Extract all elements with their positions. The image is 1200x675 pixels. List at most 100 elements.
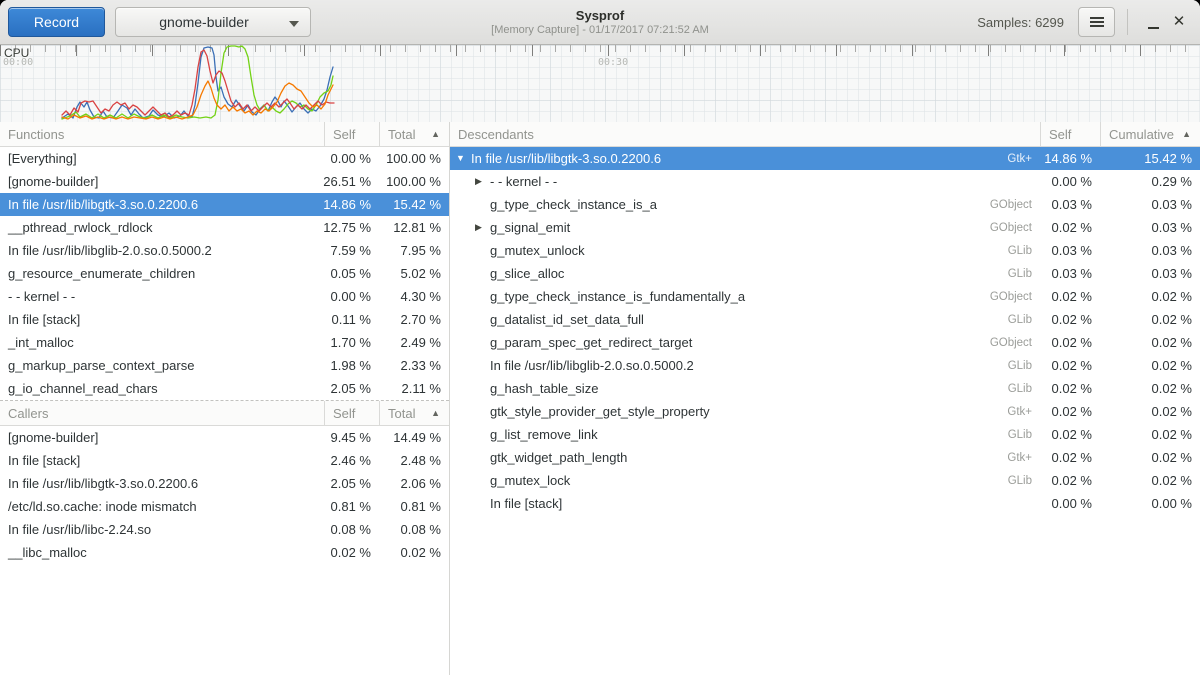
functions-table-row[interactable]: [gnome-builder]26.51 %100.00 % (0, 170, 449, 193)
self-percent: 0.00 % (1040, 492, 1100, 515)
sort-ascending-icon: ▲ (1182, 129, 1200, 139)
descendant-name: In file [stack] (490, 496, 562, 511)
functions-table-row[interactable]: g_resource_enumerate_children0.05 %5.02 … (0, 262, 449, 285)
functions-table-row[interactable]: In file /usr/lib/libgtk-3.so.0.2200.614.… (0, 193, 449, 216)
sort-ascending-icon: ▲ (431, 408, 449, 418)
descendants-table-row[interactable]: g_slice_allocGLib0.03 %0.03 % (450, 262, 1200, 285)
functions-table-row[interactable]: In file [stack]0.11 %2.70 % (0, 308, 449, 331)
minimize-icon (1148, 15, 1159, 29)
descendants-cumulative-column-header[interactable]: Cumulative ▲ (1100, 122, 1200, 146)
header-separator (1127, 9, 1128, 35)
descendants-table-row[interactable]: ▶g_signal_emitGObject0.02 %0.03 % (450, 216, 1200, 239)
callers-table-row[interactable]: /etc/ld.so.cache: inode mismatch0.81 %0.… (0, 495, 449, 518)
callers-table-row[interactable]: [gnome-builder]9.45 %14.49 % (0, 426, 449, 449)
descendants-table-row[interactable]: In file [stack]0.00 %0.00 % (450, 492, 1200, 515)
minimize-button[interactable] (1140, 9, 1166, 35)
cumulative-percent: 0.03 % (1100, 262, 1200, 285)
library-badge: Gtk+ (995, 406, 1040, 418)
menu-button[interactable] (1078, 7, 1115, 37)
descendants-table-row[interactable]: g_mutex_lockGLib0.02 %0.02 % (450, 469, 1200, 492)
descendants-table-row[interactable]: g_mutex_unlockGLib0.03 %0.03 % (450, 239, 1200, 262)
descendants-table-row[interactable]: g_param_spec_get_redirect_targetGObject0… (450, 331, 1200, 354)
descendants-table-row[interactable]: g_type_check_instance_is_aGObject0.03 %0… (450, 193, 1200, 216)
self-percent: 0.02 % (1040, 354, 1100, 377)
function-name: In file /usr/lib/libgtk-3.so.0.2200.6 (0, 472, 324, 495)
self-percent: 0.02 % (1040, 446, 1100, 469)
descendants-table-row[interactable]: In file /usr/lib/libglib-2.0.so.0.5000.2… (450, 354, 1200, 377)
callers-column-header[interactable]: Callers (0, 401, 324, 425)
function-name: In file /usr/lib/libc-2.24.so (0, 518, 324, 541)
self-percent: 9.45 % (324, 426, 379, 449)
descendant-name: g_slice_alloc (490, 266, 564, 281)
self-percent: 0.02 % (1040, 331, 1100, 354)
self-percent: 0.02 % (1040, 216, 1100, 239)
functions-self-column-header[interactable]: Self (324, 122, 379, 146)
self-percent: 0.08 % (324, 518, 379, 541)
samples-count: Samples: 6299 (977, 15, 1064, 30)
expander-open-icon[interactable]: ▼ (456, 147, 471, 170)
descendants-table-row[interactable]: gtk_style_provider_get_style_property Gtk… (450, 400, 1200, 423)
descendants-table-row[interactable]: g_hash_table_sizeGLib0.02 %0.02 % (450, 377, 1200, 400)
functions-table-row[interactable]: g_io_channel_read_chars2.05 %2.11 % (0, 377, 449, 400)
library-badge: GLib (996, 429, 1040, 441)
functions-table-row[interactable]: In file /usr/lib/libglib-2.0.so.0.5000.2… (0, 239, 449, 262)
cumulative-percent: 0.03 % (1100, 239, 1200, 262)
cpu-graph[interactable]: CPU 00:00 00:30 (0, 45, 1200, 122)
callers-table-row[interactable]: In file [stack]2.46 %2.48 % (0, 449, 449, 472)
descendants-self-column-header[interactable]: Self (1040, 122, 1100, 146)
descendant-name-cell: g_param_spec_get_redirect_targetGObject (450, 331, 1040, 354)
self-percent: 2.05 % (324, 472, 379, 495)
descendant-name-cell: g_list_remove_linkGLib (450, 423, 1040, 446)
descendant-name: gtk_style_provider_get_style_property (490, 404, 710, 419)
functions-table-row[interactable]: _int_malloc1.70 %2.49 % (0, 331, 449, 354)
descendants-table-body: ▼In file /usr/lib/libgtk-3.so.0.2200.6Gt… (450, 147, 1200, 515)
descendants-table-row[interactable]: ▶- - kernel - -0.00 %0.29 % (450, 170, 1200, 193)
function-name: In file /usr/lib/libglib-2.0.so.0.5000.2 (0, 239, 324, 262)
hamburger-icon (1090, 17, 1104, 27)
functions-table-row[interactable]: [Everything]0.00 %100.00 % (0, 147, 449, 170)
cumulative-percent: 0.03 % (1100, 216, 1200, 239)
function-name: In file [stack] (0, 449, 324, 472)
close-button[interactable]: ✕ (1166, 9, 1192, 35)
callers-table-header: Callers Self Total ▲ (0, 401, 449, 426)
process-selector-dropdown[interactable]: gnome-builder (115, 7, 311, 37)
expander-closed-icon[interactable]: ▶ (475, 170, 490, 193)
functions-table-row[interactable]: g_markup_parse_context_parse1.98 %2.33 % (0, 354, 449, 377)
descendants-table-row[interactable]: g_type_check_instance_is_fundamentally_a… (450, 285, 1200, 308)
total-percent: 2.49 % (379, 331, 449, 354)
descendants-table-row[interactable]: gtk_widget_path_lengthGtk+0.02 %0.02 % (450, 446, 1200, 469)
functions-column-header[interactable]: Functions (0, 122, 324, 146)
descendants-table-row[interactable]: g_list_remove_linkGLib0.02 %0.02 % (450, 423, 1200, 446)
function-name: g_markup_parse_context_parse (0, 354, 324, 377)
descendants-table-row[interactable]: ▼In file /usr/lib/libgtk-3.so.0.2200.6Gt… (450, 147, 1200, 170)
total-percent: 2.48 % (379, 449, 449, 472)
callers-self-column-header[interactable]: Self (324, 401, 379, 425)
callers-table-row[interactable]: __libc_malloc0.02 %0.02 % (0, 541, 449, 564)
descendants-table-row[interactable]: g_datalist_id_set_data_fullGLib0.02 %0.0… (450, 308, 1200, 331)
callers-table-row[interactable]: In file /usr/lib/libgtk-3.so.0.2200.62.0… (0, 472, 449, 495)
functions-table-row[interactable]: __pthread_rwlock_rdlock12.75 %12.81 % (0, 216, 449, 239)
chevron-down-icon (289, 21, 299, 27)
descendant-name: g_signal_emit (490, 220, 570, 235)
self-percent: 2.46 % (324, 449, 379, 472)
descendant-name: In file /usr/lib/libglib-2.0.so.0.5000.2 (490, 358, 694, 373)
total-percent: 15.42 % (379, 193, 449, 216)
descendant-name-cell: gtk_widget_path_lengthGtk+ (450, 446, 1040, 469)
functions-table-row[interactable]: - - kernel - -0.00 %4.30 % (0, 285, 449, 308)
descendant-name: g_param_spec_get_redirect_target (490, 335, 692, 350)
left-pane: Functions Self Total ▲ [Everything]0.00 … (0, 122, 450, 675)
callers-total-label: Total (388, 406, 415, 421)
cumulative-percent: 0.02 % (1100, 400, 1200, 423)
library-badge: GLib (996, 314, 1040, 326)
callers-table-row[interactable]: In file /usr/lib/libc-2.24.so0.08 %0.08 … (0, 518, 449, 541)
total-percent: 12.81 % (379, 216, 449, 239)
functions-table-body: [Everything]0.00 %100.00 %[gnome-builder… (0, 147, 449, 400)
record-button[interactable]: Record (8, 7, 105, 37)
time-label-mid: 00:30 (598, 57, 628, 68)
function-name: [gnome-builder] (0, 426, 324, 449)
expander-closed-icon[interactable]: ▶ (475, 216, 490, 239)
functions-total-column-header[interactable]: Total ▲ (379, 122, 449, 146)
descendants-column-header[interactable]: Descendants (450, 122, 1040, 146)
total-percent: 0.08 % (379, 518, 449, 541)
callers-total-column-header[interactable]: Total ▲ (379, 401, 449, 425)
